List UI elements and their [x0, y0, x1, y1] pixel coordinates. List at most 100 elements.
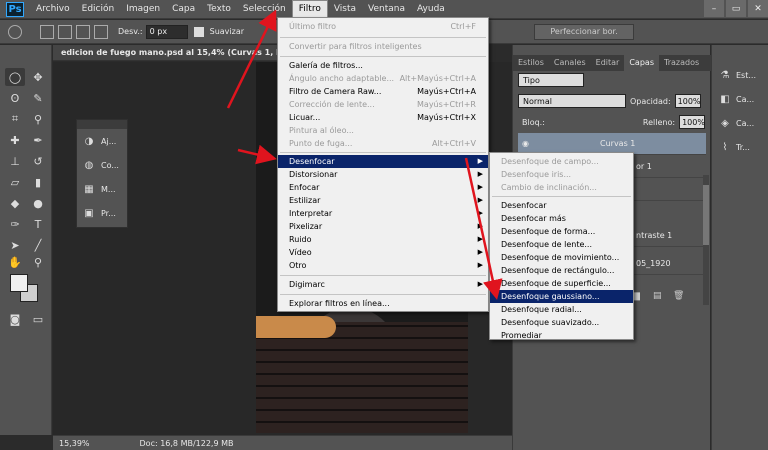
submenu-item-gaussian-blur[interactable]: Desenfoque gaussiano...: [490, 290, 633, 303]
submenu-item-blur[interactable]: Desenfocar: [490, 199, 633, 212]
menu-item-render[interactable]: Interpretar ▶: [278, 207, 488, 220]
layers-scrollbar[interactable]: [703, 175, 709, 305]
refine-edge-button[interactable]: Perfeccionar bor.: [534, 24, 634, 40]
new-layer-icon[interactable]: ▤: [653, 291, 667, 303]
elliptical-marquee-icon[interactable]: [8, 24, 22, 39]
menu-item-sharpen[interactable]: Enfocar ▶: [278, 181, 488, 194]
line-tool-icon[interactable]: ╱: [28, 236, 48, 254]
tab-trazados[interactable]: Trazados: [659, 55, 704, 71]
pen-tool-icon[interactable]: ✑: [5, 215, 25, 233]
submenu-item-smart-blur[interactable]: Desenfoque suavizado...: [490, 316, 633, 329]
dock-paths[interactable]: ⌇ Tr...: [718, 135, 766, 159]
menu-archivo[interactable]: Archivo: [30, 0, 76, 19]
gradient-tool-icon[interactable]: ▮: [28, 173, 48, 191]
add-selection-icon[interactable]: [58, 24, 72, 39]
submenu-item-surface-blur[interactable]: Desenfoque de superficie...: [490, 277, 633, 290]
menu-item-liquify[interactable]: Licuar... Mayús+Ctrl+X: [278, 111, 488, 124]
path-select-tool-icon[interactable]: ➤: [5, 236, 25, 254]
brush-tool-icon[interactable]: ✒: [28, 131, 48, 149]
submenu-item-iris-blur[interactable]: Desenfoque iris...: [490, 168, 633, 181]
healing-tool-icon[interactable]: ✚: [5, 131, 25, 149]
menu-item-blur[interactable]: Desenfocar ▶: [278, 155, 488, 168]
tab-editar[interactable]: Editar: [591, 55, 625, 71]
submenu-item-lens-blur[interactable]: Desenfoque de lente...: [490, 238, 633, 251]
dock-styles[interactable]: ⚗ Est...: [718, 63, 766, 87]
blur-tool-icon[interactable]: ◆: [5, 194, 25, 212]
menu-item-camera-raw[interactable]: Filtro de Camera Raw... Mayús+Ctrl+A: [278, 85, 488, 98]
submenu-item-shape-blur[interactable]: Desenfoque de forma...: [490, 225, 633, 238]
menu-item-digimarc[interactable]: Digimarc ▶: [278, 278, 488, 291]
hand-tool-icon[interactable]: ✋: [5, 253, 25, 271]
panel-color[interactable]: ◍ Co...: [77, 153, 127, 177]
menu-item-adaptive-wide-angle[interactable]: Ángulo ancho adaptable... Alt+Mayús+Ctrl+…: [278, 72, 488, 85]
quick-mask-icon[interactable]: ◙: [5, 310, 25, 328]
stamp-tool-icon[interactable]: ⊥: [5, 152, 25, 170]
type-tool-icon[interactable]: T: [28, 215, 48, 233]
tab-estilos[interactable]: Estilos: [513, 55, 549, 71]
new-group-icon[interactable]: ▆: [633, 291, 647, 303]
submenu-item-field-blur[interactable]: Desenfoque de campo...: [490, 155, 633, 168]
blend-mode-select[interactable]: Normal: [518, 94, 626, 108]
menu-item-distort[interactable]: Distorsionar ▶: [278, 168, 488, 181]
menu-item-pixelate[interactable]: Pixelizar ▶: [278, 220, 488, 233]
dock-channels[interactable]: ◧ Ca...: [718, 87, 766, 111]
opacity-input[interactable]: 100%: [674, 94, 701, 108]
menu-item-filter-gallery[interactable]: Galería de filtros...: [278, 59, 488, 72]
screen-mode-icon[interactable]: ▭: [28, 310, 48, 328]
feather-input[interactable]: 0 px: [145, 24, 188, 39]
menu-item-oil-paint[interactable]: Pintura al óleo...: [278, 124, 488, 137]
menu-ayuda[interactable]: Ayuda: [411, 0, 451, 19]
eraser-tool-icon[interactable]: ▱: [5, 173, 25, 191]
menu-filtro[interactable]: Filtro: [291, 0, 328, 18]
menu-imagen[interactable]: Imagen: [120, 0, 166, 19]
photoshop-logo-icon[interactable]: Ps: [6, 1, 24, 17]
menu-item-vanishing-point[interactable]: Punto de fuga... Alt+Ctrl+V: [278, 137, 488, 150]
submenu-item-average[interactable]: Promediar: [490, 329, 633, 342]
menu-item-browse-online[interactable]: Explorar filtros en línea...: [278, 297, 488, 310]
antialias-checkbox[interactable]: [193, 26, 204, 37]
menu-item-video[interactable]: Vídeo ▶: [278, 246, 488, 259]
scrollbar-thumb[interactable]: [703, 185, 709, 245]
zoom-tool-icon[interactable]: ⚲: [28, 253, 48, 271]
document-tab[interactable]: edicion de fuego mano.psd al 15,4% (Curv…: [53, 45, 283, 61]
menu-item-smart-filters[interactable]: Convertir para filtros inteligentes: [278, 40, 488, 53]
trash-icon[interactable]: 🗑: [673, 291, 687, 303]
submenu-item-box-blur[interactable]: Desenfoque de rectángulo...: [490, 264, 633, 277]
restore-button[interactable]: ▭: [726, 0, 746, 17]
panel-properties[interactable]: ▣ Pr...: [77, 201, 127, 225]
menu-item-stylize[interactable]: Estilizar ▶: [278, 194, 488, 207]
menu-item-other[interactable]: Otro ▶: [278, 259, 488, 272]
floating-panel-header[interactable]: [77, 120, 127, 129]
menu-item-noise[interactable]: Ruido ▶: [278, 233, 488, 246]
lasso-tool-icon[interactable]: ʘ: [5, 89, 25, 107]
menu-edicion[interactable]: Edición: [76, 0, 121, 19]
move-tool-icon[interactable]: ✥: [28, 68, 48, 86]
dodge-tool-icon[interactable]: ●: [28, 194, 48, 212]
tab-canales[interactable]: Canales: [549, 55, 591, 71]
new-selection-icon[interactable]: [40, 24, 54, 39]
menu-capa[interactable]: Capa: [166, 0, 201, 19]
crop-tool-icon[interactable]: ⌗: [5, 110, 25, 128]
minimize-button[interactable]: –: [704, 0, 724, 17]
panel-adjustments[interactable]: ◑ Aj...: [77, 129, 127, 153]
subtract-selection-icon[interactable]: [76, 24, 90, 39]
menu-ventana[interactable]: Ventana: [362, 0, 411, 19]
submenu-item-tilt-shift[interactable]: Cambio de inclinación...: [490, 181, 633, 194]
submenu-item-blur-more[interactable]: Desenfocar más: [490, 212, 633, 225]
panel-swatches[interactable]: ▦ M...: [77, 177, 127, 201]
tab-capas[interactable]: Capas: [624, 55, 659, 71]
submenu-item-radial-blur[interactable]: Desenfoque radial...: [490, 303, 633, 316]
menu-texto[interactable]: Texto: [201, 0, 237, 19]
dock-layers[interactable]: ◈ Ca...: [718, 111, 766, 135]
menu-seleccion[interactable]: Selección: [237, 0, 292, 19]
eyedropper-tool-icon[interactable]: ⚲: [28, 110, 48, 128]
marquee-tool-icon[interactable]: ◯: [5, 68, 25, 86]
quick-select-tool-icon[interactable]: ✎: [28, 89, 48, 107]
history-brush-tool-icon[interactable]: ↺: [28, 152, 48, 170]
submenu-item-motion-blur[interactable]: Desenfoque de movimiento...: [490, 251, 633, 264]
menu-item-lens-correction[interactable]: Corrección de lente... Mayús+Ctrl+R: [278, 98, 488, 111]
menu-item-last-filter[interactable]: Último filtro Ctrl+F: [278, 20, 488, 33]
fill-input[interactable]: 100%: [679, 115, 706, 129]
intersect-selection-icon[interactable]: [94, 24, 108, 39]
layer-kind-select[interactable]: Tipo: [518, 73, 584, 87]
